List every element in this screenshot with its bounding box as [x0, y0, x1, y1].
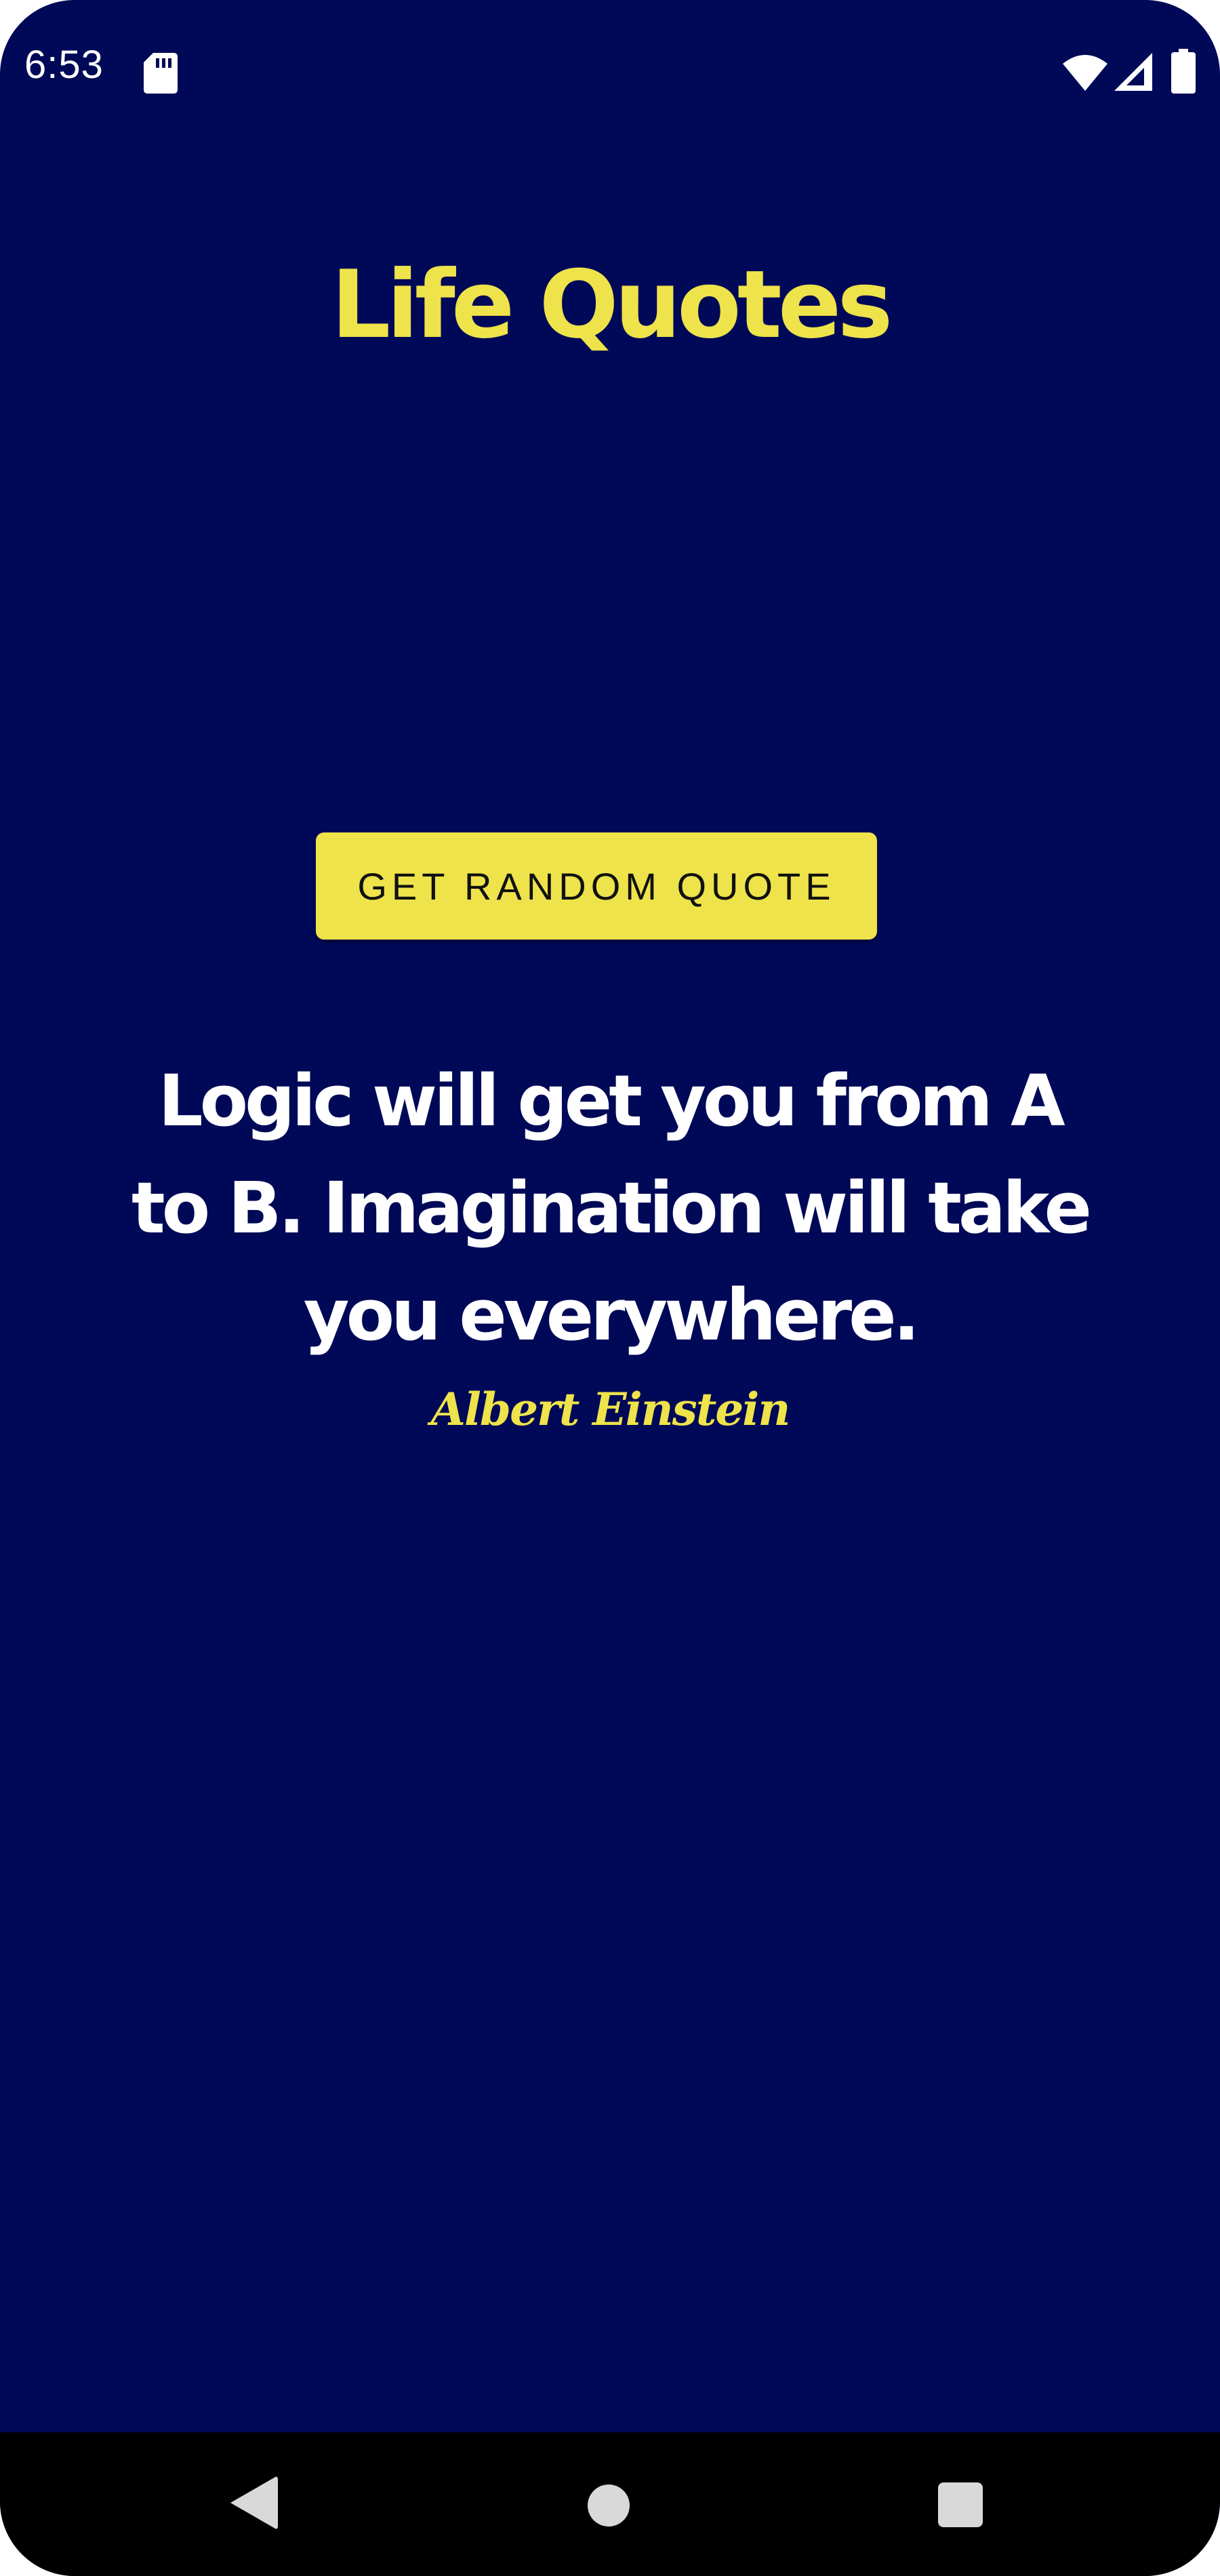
recents-icon[interactable] — [938, 2482, 983, 2527]
get-random-quote-button[interactable]: GET RANDOM QUOTE — [316, 832, 877, 940]
back-icon[interactable] — [230, 2476, 278, 2530]
status-clock: 6:53 — [24, 43, 104, 87]
quote-text: Logic will get you from A to B. Imaginat… — [131, 1060, 1092, 1356]
navigation-bar — [0, 2432, 1220, 2576]
app-screen: 6:53 Life Quotes GET RANDOM QUOTE Logic … — [0, 0, 1220, 2576]
status-bar: 6:53 — [0, 0, 1220, 149]
quote-author: Albert Einstein — [430, 1383, 791, 1436]
battery-icon — [1171, 49, 1196, 94]
wifi-icon — [1063, 55, 1107, 91]
app-title: Life Quotes — [331, 250, 893, 359]
home-icon[interactable] — [587, 2484, 630, 2527]
signal-icon — [1114, 53, 1152, 91]
sd-card-icon — [144, 53, 178, 94]
